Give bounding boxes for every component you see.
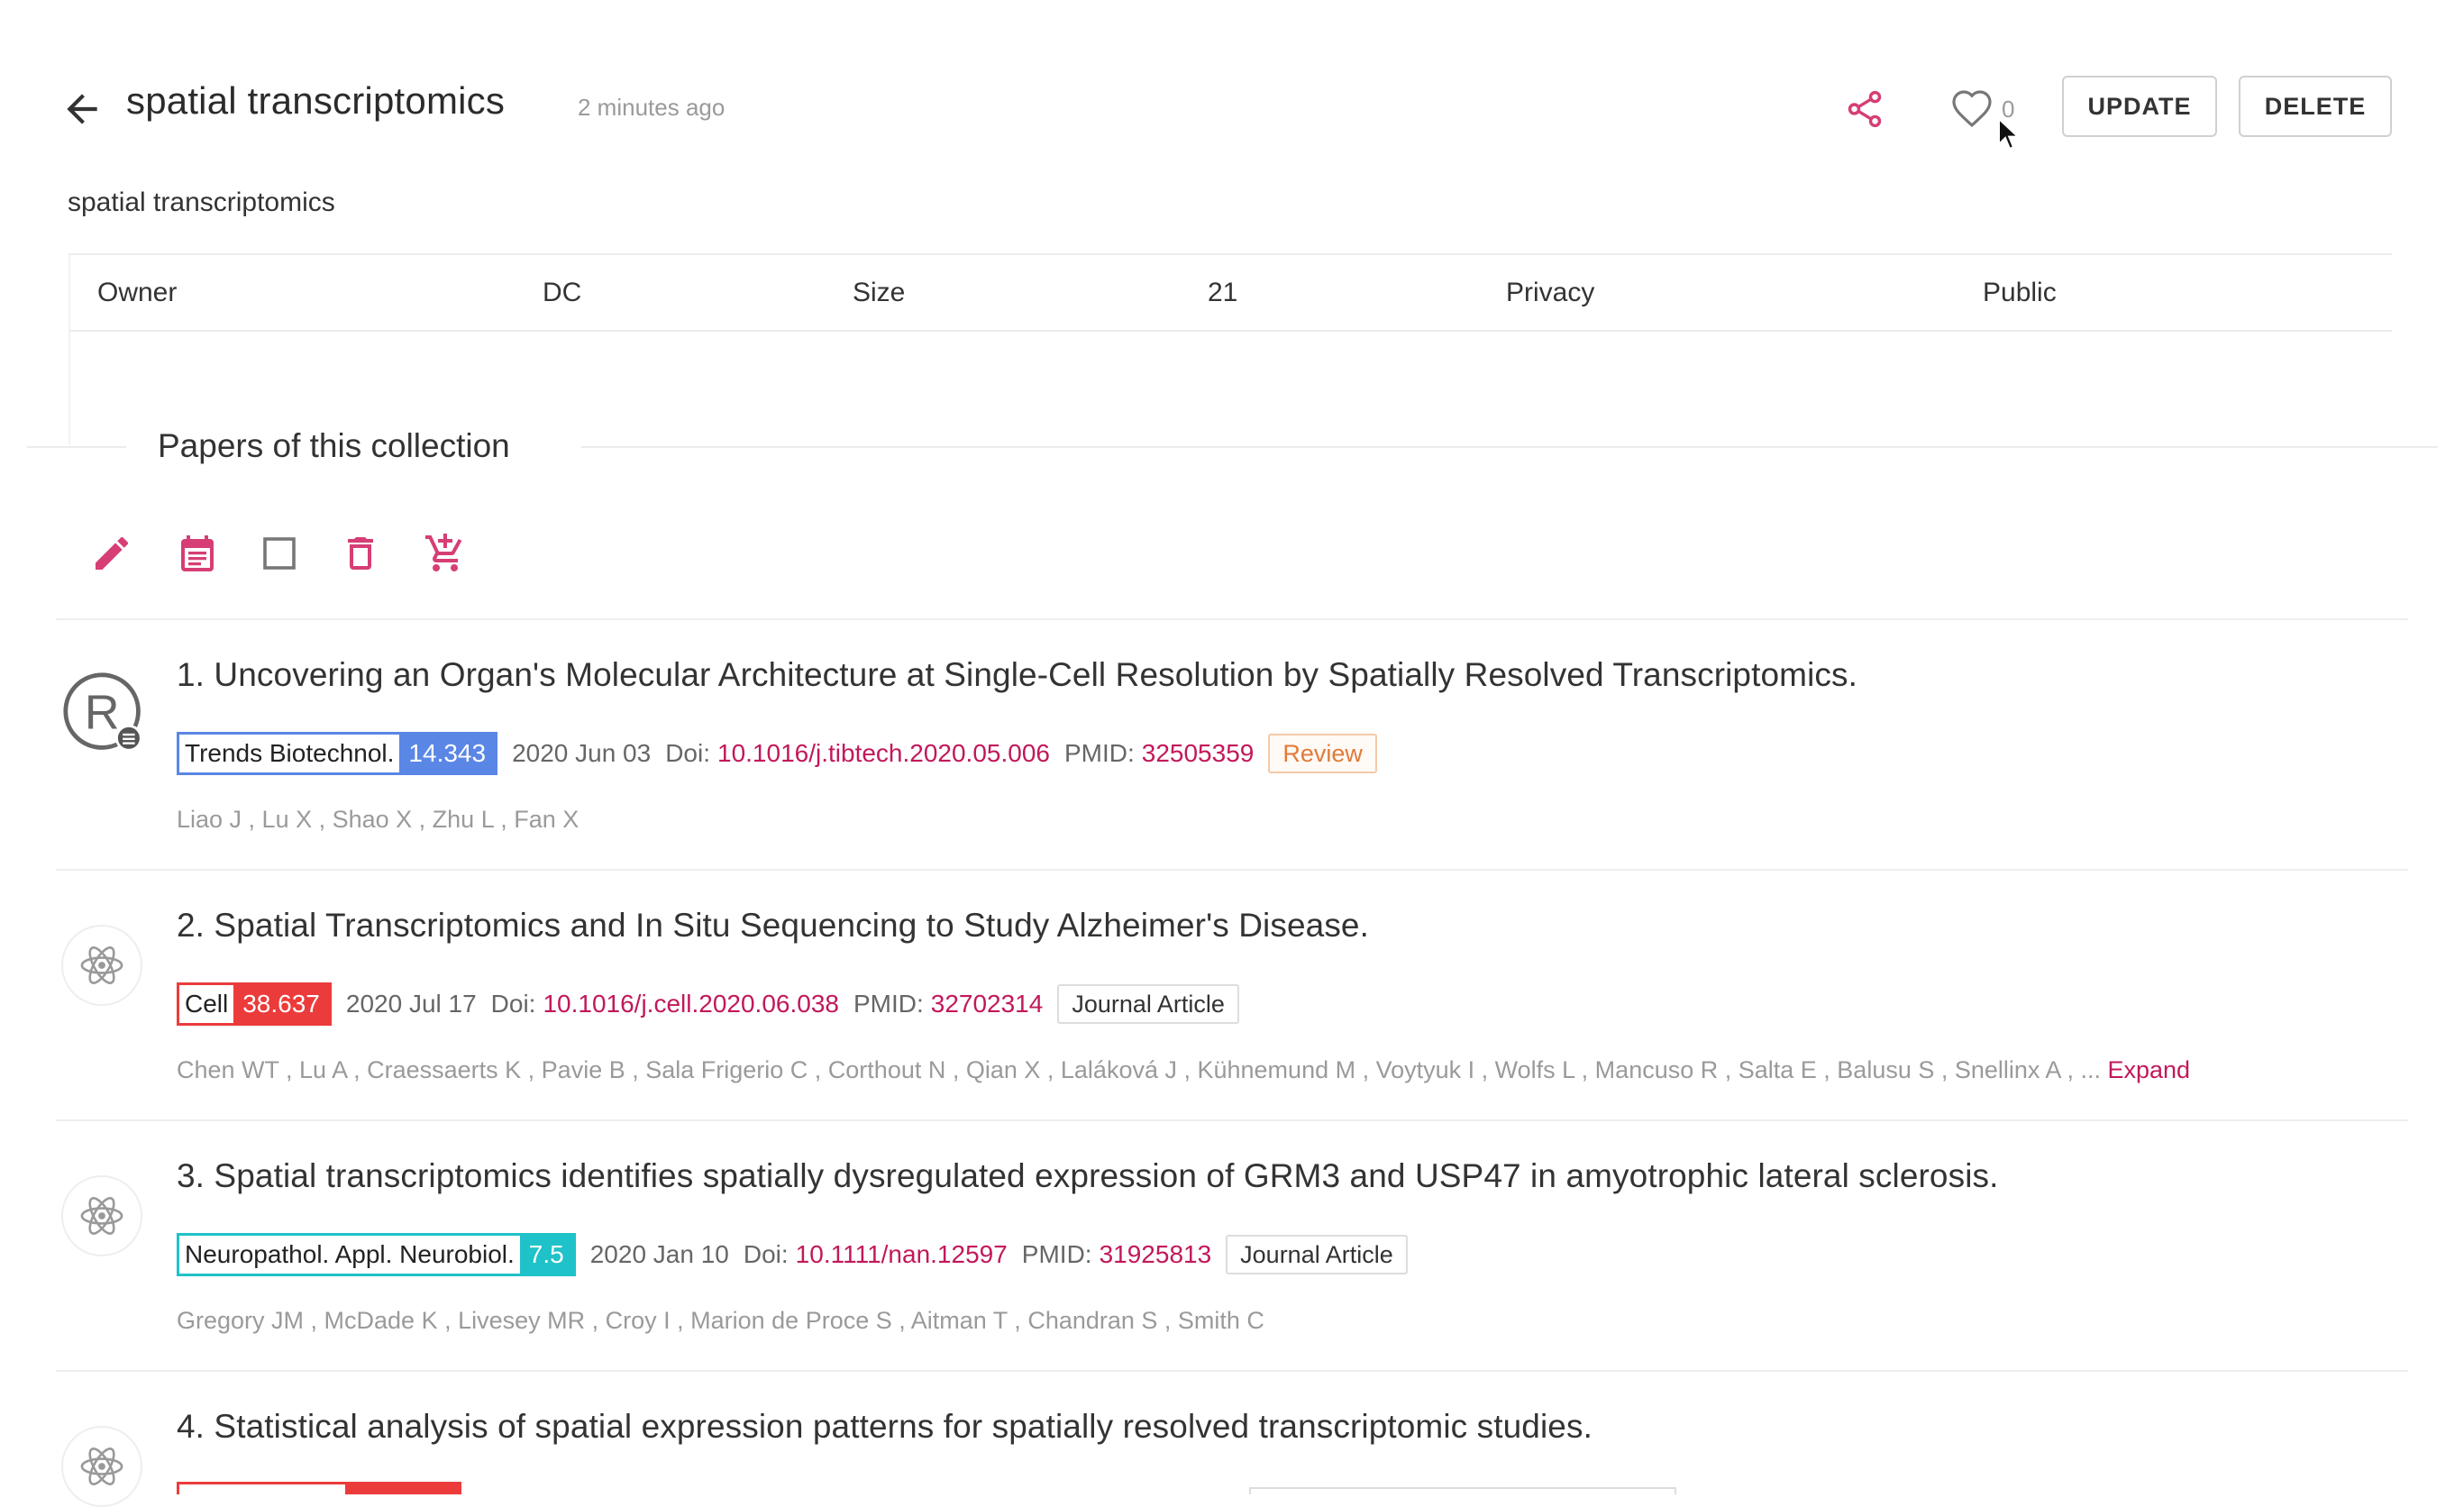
section-title: Papers of this collection <box>158 427 510 464</box>
paper-avatar <box>61 1426 142 1507</box>
section-divider-right <box>581 446 2438 448</box>
expand-authors-link[interactable]: Expand <box>2107 1056 2190 1083</box>
list-divider <box>56 869 2408 871</box>
trash-icon[interactable] <box>339 532 382 575</box>
journal-badge[interactable]: Cell 38.637 <box>177 982 332 1026</box>
info-table-top-border <box>68 253 2392 255</box>
paper-meta: Cell 38.637 2020 Jul 17 Doi: 10.1016/j.c… <box>177 982 1239 1026</box>
paper-title[interactable]: 1. Uncovering an Organ's Molecular Archi… <box>177 656 1857 694</box>
impact-factor: 38.637 <box>233 985 329 1023</box>
update-button[interactable]: UPDATE <box>2062 76 2217 137</box>
privacy-label: Privacy <box>1506 278 1595 307</box>
impact-factor: 14.343 <box>399 735 496 772</box>
journal-badge[interactable]: Neuropathol. Appl. Neurobiol. 7.5 <box>177 1233 576 1276</box>
doi-label: Doi: <box>665 739 710 767</box>
size-label: Size <box>853 278 906 307</box>
svg-text:R: R <box>85 685 120 739</box>
paper-avatar <box>61 1175 142 1256</box>
page-title: spatial transcriptomics <box>126 79 506 122</box>
doi-label: Doi: <box>490 990 536 1018</box>
paper-authors: Liao J , Lu X , Shao X , Zhu L , Fan X <box>177 806 579 833</box>
add-to-cart-icon[interactable] <box>424 532 467 575</box>
publication-date: 2020 Jun 03 <box>512 739 652 767</box>
journal-badge[interactable]: Trends Biotechnol. 14.343 <box>177 732 498 775</box>
pmid-link[interactable]: 32702314 <box>931 990 1044 1018</box>
atom-icon <box>80 1448 123 1485</box>
doi-link[interactable]: 10.1016/j.cell.2020.06.038 <box>543 990 839 1018</box>
size-value: 21 <box>1208 278 1238 307</box>
paper-meta: Neuropathol. Appl. Neurobiol. 7.5 2020 J… <box>177 1233 1408 1276</box>
impact-factor: 7.5 <box>519 1236 573 1274</box>
pmid-link[interactable]: 32505359 <box>1142 739 1255 768</box>
heart-icon[interactable] <box>1950 88 1994 128</box>
journal-name: Cell <box>179 985 234 1023</box>
paper-avatar: R <box>61 671 148 762</box>
section-divider-left <box>27 446 126 448</box>
publication-date: 2020 Jan 10 <box>589 1240 729 1268</box>
journal-name: Neuropathol. Appl. Neurobiol. <box>179 1236 520 1274</box>
collection-description: spatial transcriptomics <box>68 187 335 217</box>
list-divider <box>56 1370 2408 1372</box>
list-divider <box>56 618 2408 620</box>
paper-meta: Trends Biotechnol. 14.343 2020 Jun 03 Do… <box>177 732 1377 775</box>
paper-authors: Chen WT , Lu A , Craessaerts K , Pavie B… <box>177 1056 2190 1084</box>
edit-icon[interactable] <box>90 532 133 575</box>
paper-title[interactable]: 2. Spatial Transcriptomics and In Situ S… <box>177 907 1369 945</box>
paper-authors: Gregory JM , McDade K , Livesey MR , Cro… <box>177 1307 1264 1334</box>
publication-date: 2020 Jul 17 <box>345 990 477 1018</box>
back-arrow-icon[interactable] <box>59 87 105 132</box>
pmid-label: PMID: <box>853 990 924 1018</box>
privacy-value: Public <box>1983 278 2057 307</box>
mouse-cursor-icon <box>1997 116 2021 151</box>
owner-label: Owner <box>97 278 178 307</box>
list-divider <box>56 1119 2408 1121</box>
delete-button[interactable]: DELETE <box>2239 76 2392 137</box>
journal-name: Trends Biotechnol. <box>179 735 400 772</box>
info-table-bottom-border <box>68 330 2392 332</box>
owner-value: DC <box>543 278 582 307</box>
article-type-tag: Journal Article <box>1226 1235 1408 1274</box>
doi-link[interactable]: 10.1016/j.tibtech.2020.05.006 <box>717 739 1050 768</box>
pmid-label: PMID: <box>1021 1240 1092 1268</box>
article-type-tag: Review <box>1268 734 1377 773</box>
doi-label: Doi: <box>743 1240 789 1268</box>
impact-factor-partial <box>348 1482 461 1494</box>
atom-icon <box>80 1197 123 1235</box>
article-type-tag: Journal Article <box>1057 984 1239 1024</box>
doi-link[interactable]: 10.1111/nan.12597 <box>796 1240 1008 1269</box>
article-type-tag-partial <box>1249 1487 1676 1494</box>
paper-title[interactable]: 3. Spatial transcriptomics identifies sp… <box>177 1157 1999 1195</box>
paper-title[interactable]: 4. Statistical analysis of spatial expre… <box>177 1408 1592 1446</box>
pmid-link[interactable]: 31925813 <box>1100 1240 1212 1269</box>
info-table-left-border <box>68 255 70 444</box>
checkbox-icon[interactable] <box>258 532 301 575</box>
registered-icon: R <box>63 672 142 752</box>
authors-text: Chen WT , Lu A , Craessaerts K , Pavie B… <box>177 1056 2101 1083</box>
timestamp: 2 minutes ago <box>578 94 726 121</box>
journal-badge-partial <box>177 1482 348 1494</box>
paper-avatar <box>61 925 142 1006</box>
atom-icon <box>80 946 123 984</box>
calendar-icon[interactable] <box>176 532 219 575</box>
share-icon[interactable] <box>1844 87 1885 132</box>
pmid-label: PMID: <box>1063 739 1135 767</box>
